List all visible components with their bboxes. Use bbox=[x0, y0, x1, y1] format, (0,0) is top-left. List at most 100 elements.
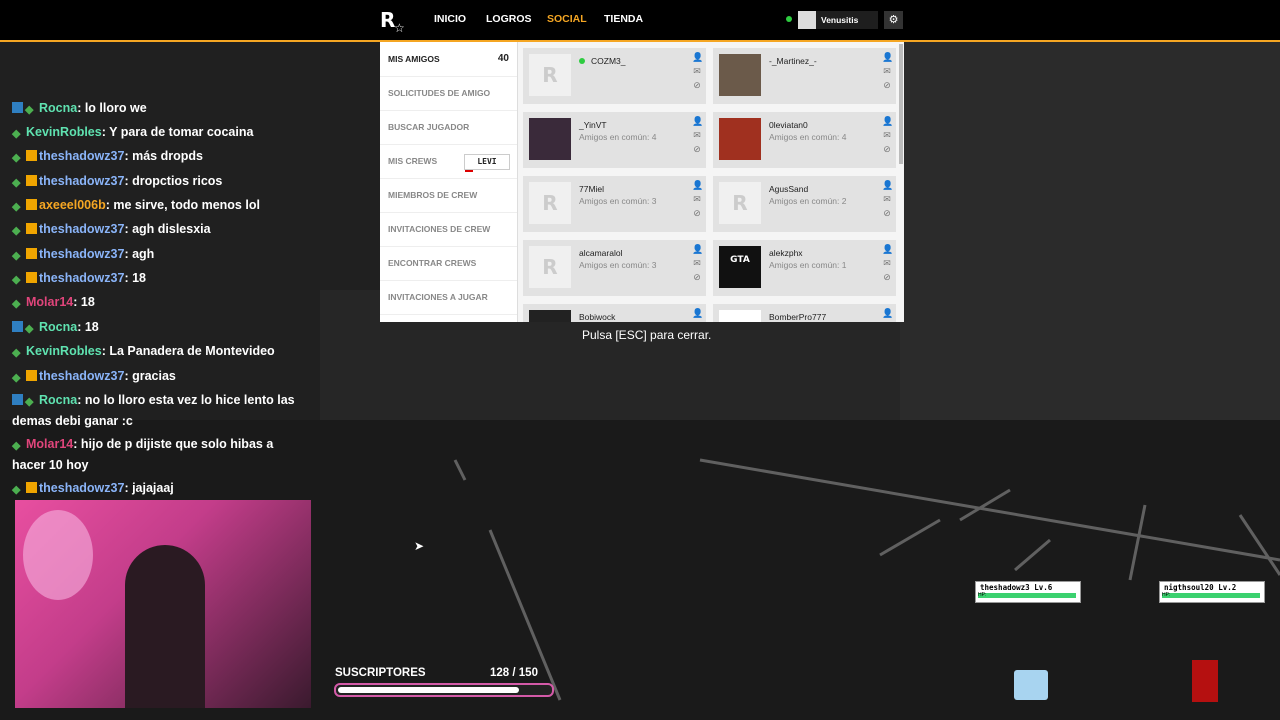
health-bar bbox=[978, 593, 1076, 598]
sidebar-item-label: MIS AMIGOS bbox=[388, 54, 440, 64]
social-panel: MIS AMIGOS 40 SOLICITUDES DE AMIGO BUSCA… bbox=[380, 42, 904, 322]
sidebar-item-miembros-crew[interactable]: MIEMBROS DE CREW bbox=[380, 178, 517, 213]
chat-username[interactable]: theshadowz37 bbox=[39, 222, 124, 236]
streamer-silhouette bbox=[125, 545, 205, 708]
sidebar-item-mis-crews[interactable]: MIS CREWS LEVI bbox=[380, 144, 517, 179]
tab-social[interactable]: SOCIAL bbox=[547, 13, 587, 25]
chat-username[interactable]: theshadowz37 bbox=[39, 271, 124, 285]
chat-message: ◆ Molar14: hijo de p dijiste que solo hib… bbox=[12, 434, 308, 476]
profile-icon[interactable]: 👤 bbox=[692, 52, 703, 62]
chat-text: : más dropds bbox=[124, 149, 203, 163]
profile-icon[interactable]: 👤 bbox=[882, 244, 893, 254]
friend-card[interactable]: GTA alekzphx Amigos en común: 1 👤 ✉ ⊘ bbox=[713, 240, 896, 296]
chat-username[interactable]: KevinRobles bbox=[26, 125, 102, 139]
sidebar-item-label: MIEMBROS DE CREW bbox=[388, 190, 478, 200]
subs-progress-bar bbox=[334, 683, 554, 697]
block-icon[interactable]: ⊘ bbox=[692, 208, 702, 218]
profile-icon[interactable]: 👤 bbox=[692, 180, 703, 190]
friend-card[interactable]: 0leviatan0 Amigos en común: 4 👤 ✉ ⊘ bbox=[713, 112, 896, 168]
friend-card[interactable]: R alcamaralol Amigos en común: 3 👤 ✉ ⊘ bbox=[523, 240, 706, 296]
diamond-badge-icon: ◆ bbox=[12, 250, 21, 262]
tab-tienda[interactable]: TIENDA bbox=[604, 13, 643, 25]
user-profile-button[interactable]: Venusitis bbox=[798, 11, 878, 29]
profile-icon[interactable]: 👤 bbox=[692, 116, 703, 126]
sidebar-item-encontrar-crews[interactable]: ENCONTRAR CREWS bbox=[380, 246, 517, 281]
message-icon[interactable]: ✉ bbox=[882, 194, 892, 204]
message-icon[interactable]: ✉ bbox=[692, 130, 702, 140]
profile-icon[interactable]: 👤 bbox=[882, 308, 893, 318]
common-friends: Amigos en común: 3 bbox=[579, 260, 657, 270]
crew-tag-label: LEVI bbox=[477, 157, 497, 166]
sidebar-item-invitaciones-jugar[interactable]: INVITACIONES A JUGAR bbox=[380, 280, 517, 315]
friend-card[interactable]: R AgusSand Amigos en común: 2 👤 ✉ ⊘ bbox=[713, 176, 896, 232]
block-icon[interactable]: ⊘ bbox=[882, 80, 892, 90]
sidebar-item-solicitudes[interactable]: SOLICITUDES DE AMIGO bbox=[380, 76, 517, 111]
block-icon[interactable]: ⊘ bbox=[692, 144, 702, 154]
diamond-badge-icon: ◆ bbox=[12, 484, 21, 496]
block-icon[interactable]: ⊘ bbox=[692, 272, 702, 282]
profile-icon[interactable]: 👤 bbox=[882, 52, 893, 62]
friend-card[interactable]: R COZM3_ 👤 ✉ ⊘ bbox=[523, 48, 706, 104]
tab-logros[interactable]: LOGROS bbox=[486, 13, 532, 25]
light-glow bbox=[23, 510, 93, 600]
chat-text: : 18 bbox=[124, 271, 146, 285]
chat-username[interactable]: axeeel006b bbox=[39, 198, 106, 212]
block-icon[interactable]: ⊘ bbox=[692, 80, 702, 90]
chat-username[interactable]: theshadowz37 bbox=[39, 481, 124, 495]
friend-card[interactable]: BomberPro777 👤 bbox=[713, 304, 896, 322]
block-icon[interactable]: ⊘ bbox=[882, 144, 892, 154]
chat-username[interactable]: Molar14 bbox=[26, 295, 73, 309]
chat-text: : me sirve, todo menos lol bbox=[105, 198, 260, 212]
message-icon[interactable]: ✉ bbox=[882, 258, 892, 268]
player-level: Lv.6 bbox=[1034, 583, 1053, 592]
friends-scrollbar[interactable] bbox=[899, 44, 903, 164]
block-icon[interactable]: ⊘ bbox=[882, 272, 892, 282]
chat-username[interactable]: Rocna bbox=[39, 320, 77, 334]
message-icon[interactable]: ✉ bbox=[882, 130, 892, 140]
chat-username[interactable]: Rocna bbox=[39, 393, 77, 407]
profile-icon[interactable]: 👤 bbox=[882, 116, 893, 126]
friend-card[interactable]: Bobiwock 👤 bbox=[523, 304, 706, 322]
common-friends: Amigos en común: 3 bbox=[579, 196, 657, 206]
avatar bbox=[529, 118, 571, 160]
subscriber-badge-icon bbox=[26, 175, 37, 186]
diamond-badge-icon: ◆ bbox=[12, 440, 21, 452]
chat-username[interactable]: KevinRobles bbox=[26, 344, 102, 358]
sidebar-item-label: INVITACIONES A JUGAR bbox=[388, 292, 488, 302]
chat-username[interactable]: theshadowz37 bbox=[39, 247, 124, 261]
chat-username[interactable]: Rocna bbox=[39, 101, 77, 115]
sidebar-item-label: BUSCAR JUGADOR bbox=[388, 122, 470, 132]
profile-icon[interactable]: 👤 bbox=[882, 180, 893, 190]
message-icon[interactable]: ✉ bbox=[692, 258, 702, 268]
rockstar-avatar-icon: R bbox=[529, 182, 571, 224]
subs-count: 128 / 150 bbox=[490, 667, 538, 679]
profile-icon[interactable]: 👤 bbox=[692, 308, 703, 318]
profile-icon[interactable]: 👤 bbox=[692, 244, 703, 254]
chat-username[interactable]: Molar14 bbox=[26, 437, 73, 451]
friend-card[interactable]: -_Martinez_- 👤 ✉ ⊘ bbox=[713, 48, 896, 104]
esc-close-hint: Pulsa [ESC] para cerrar. bbox=[582, 328, 712, 342]
message-icon[interactable]: ✉ bbox=[692, 66, 702, 76]
friend-card[interactable]: R 77Miel Amigos en común: 3 👤 ✉ ⊘ bbox=[523, 176, 706, 232]
health-bar bbox=[1162, 593, 1260, 598]
message-icon[interactable]: ✉ bbox=[882, 66, 892, 76]
friend-card[interactable]: _YinVT Amigos en común: 4 👤 ✉ ⊘ bbox=[523, 112, 706, 168]
prime-badge-icon bbox=[12, 321, 23, 332]
friend-name: alcamaralol bbox=[579, 248, 623, 258]
chat-text: : agh bbox=[124, 247, 155, 261]
sidebar-item-mis-amigos[interactable]: MIS AMIGOS 40 bbox=[380, 42, 517, 77]
message-icon[interactable]: ✉ bbox=[692, 194, 702, 204]
chat-username[interactable]: theshadowz37 bbox=[39, 174, 124, 188]
sidebar-item-buscar-jugador[interactable]: BUSCAR JUGADOR bbox=[380, 110, 517, 145]
tab-inicio[interactable]: INICIO bbox=[434, 13, 466, 25]
rockstar-logo[interactable]: R ☆ bbox=[380, 8, 406, 35]
chat-username[interactable]: theshadowz37 bbox=[39, 149, 124, 163]
block-icon[interactable]: ⊘ bbox=[882, 208, 892, 218]
gear-icon[interactable]: ⚙ bbox=[884, 11, 903, 29]
common-friends: Amigos en común: 4 bbox=[769, 132, 847, 142]
friend-name: AgusSand bbox=[769, 184, 809, 194]
diamond-badge-icon: ◆ bbox=[25, 323, 34, 335]
diamond-badge-icon: ◆ bbox=[12, 201, 21, 213]
sidebar-item-invitaciones-crew[interactable]: INVITACIONES DE CREW bbox=[380, 212, 517, 247]
chat-username[interactable]: theshadowz37 bbox=[39, 369, 124, 383]
